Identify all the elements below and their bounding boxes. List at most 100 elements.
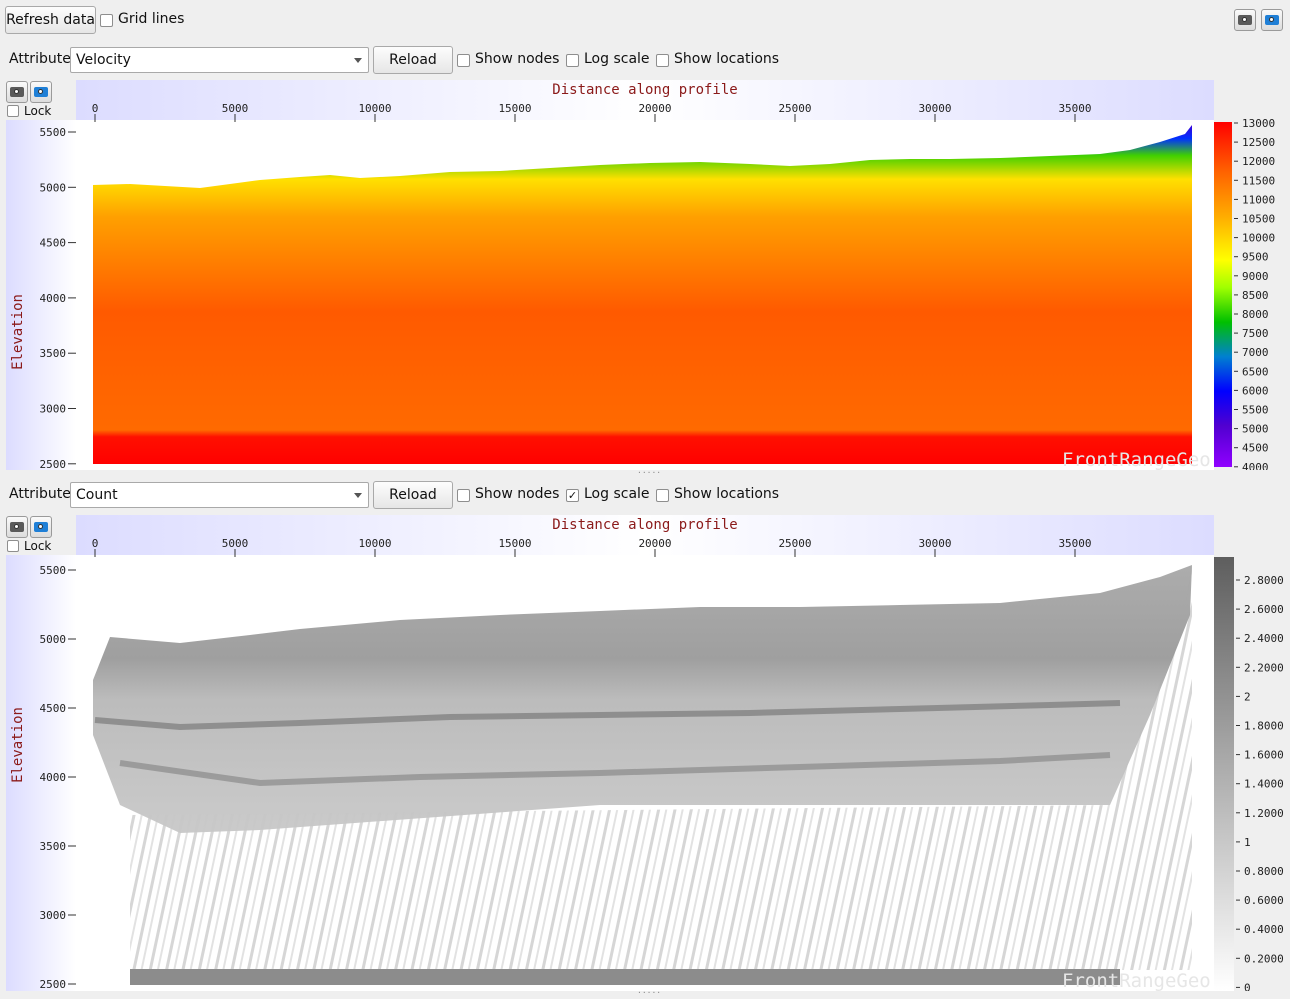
- x-tick-label: 0: [92, 102, 99, 115]
- x-axis-title: Distance along profile: [552, 517, 737, 533]
- reload-button[interactable]: Reload: [373, 481, 453, 509]
- show-nodes-label: Show nodes: [475, 486, 560, 502]
- y-tick-label: 5000: [40, 181, 67, 194]
- y-tick-label: 4000: [40, 292, 67, 305]
- y-tick-label: 3000: [40, 909, 67, 922]
- y-axis-title: Elevation: [10, 707, 26, 783]
- checkmark-icon: ✓: [567, 489, 578, 502]
- colorbar-tick-label: 12000: [1242, 155, 1275, 168]
- x-tick-label: 15000: [498, 102, 531, 115]
- colorbar-tick-label: 12500: [1242, 136, 1275, 149]
- attribute-label: Attribute: [9, 486, 71, 502]
- y-tick-label: 5000: [40, 633, 67, 646]
- grid-lines-checkbox[interactable]: [100, 14, 113, 27]
- colorbar-tick-label: 7000: [1242, 346, 1269, 359]
- attribute-select[interactable]: Velocity: [70, 47, 369, 73]
- chevron-down-icon: [354, 493, 362, 498]
- x-tick-label: 30000: [918, 102, 951, 115]
- colorbar-tick-label: 1.4000: [1244, 778, 1284, 791]
- x-tick-label: 25000: [778, 537, 811, 550]
- x-tick-label: 5000: [222, 537, 249, 550]
- y-tick-label: 3500: [40, 347, 67, 360]
- colorbar-tick-label: 4000: [1242, 461, 1269, 470]
- x-tick-label: 20000: [638, 537, 671, 550]
- colorbar-tick-label: 2.8000: [1244, 574, 1284, 587]
- x-tick-label: 15000: [498, 537, 531, 550]
- x-tick-label: 10000: [358, 102, 391, 115]
- count-section-plot[interactable]: Distance along profile Elevation 0 5000 10…: [0, 515, 1290, 991]
- colorbar-tick-label: 2.2000: [1244, 661, 1284, 674]
- chevron-down-icon: [354, 58, 362, 63]
- log-scale-checkbox[interactable]: ✓: [566, 489, 579, 502]
- colorbar-tick-label: 0.8000: [1244, 865, 1284, 878]
- colorbar-tick-label: 10000: [1242, 232, 1275, 245]
- y-tick-label: 2500: [40, 978, 67, 991]
- watermark: FrontRangeGeo: [1062, 449, 1211, 470]
- y-tick-label: 4000: [40, 771, 67, 784]
- x-tick-label: 0: [92, 537, 99, 550]
- splitter-handle[interactable]: .....: [637, 466, 661, 475]
- x-tick-label: 35000: [1058, 102, 1091, 115]
- y-tick-label: 3000: [40, 403, 67, 416]
- colorbar-tick-label: 7500: [1242, 327, 1269, 340]
- grid-lines-label: Grid lines: [118, 11, 185, 27]
- show-nodes-checkbox[interactable]: [457, 54, 470, 67]
- colorbar-tick-label: 2.6000: [1244, 603, 1284, 616]
- x-tick-label: 20000: [638, 102, 671, 115]
- show-nodes-label: Show nodes: [475, 51, 560, 67]
- colorbar-tick-label: 9000: [1242, 270, 1269, 283]
- colorbar-tick-label: 11500: [1242, 174, 1275, 187]
- x-tick-label: 25000: [778, 102, 811, 115]
- colorbar-tick-label: 2.4000: [1244, 632, 1284, 645]
- refresh-data-button[interactable]: Refresh data: [5, 6, 96, 34]
- show-locations-label: Show locations: [674, 486, 780, 502]
- colorbar-tick-label: 1.8000: [1244, 720, 1284, 733]
- colorbar-tick-label: 6000: [1242, 384, 1269, 397]
- show-locations-label: Show locations: [674, 51, 780, 67]
- attribute-select[interactable]: Count: [70, 482, 369, 508]
- x-tick-label: 35000: [1058, 537, 1091, 550]
- velocity-section-plot[interactable]: Distance along profile Elevation 0 5000 10…: [0, 80, 1290, 470]
- show-nodes-checkbox[interactable]: [457, 489, 470, 502]
- colorbar-tick-label: 10500: [1242, 213, 1275, 226]
- attribute-select-value: Count: [76, 487, 118, 503]
- attribute-select-value: Velocity: [76, 52, 131, 68]
- y-tick-label: 2500: [40, 458, 67, 470]
- x-tick-label: 30000: [918, 537, 951, 550]
- show-locations-checkbox[interactable]: [656, 489, 669, 502]
- watermark: FrontRangeGeo: [1062, 970, 1211, 991]
- camera-gray-icon[interactable]: [1234, 9, 1256, 31]
- colorbar-tick-label: 6500: [1242, 365, 1269, 378]
- colorbar-tick-label: 1: [1244, 836, 1251, 849]
- colorbar-tick-label: 1.2000: [1244, 807, 1284, 820]
- colorbar-tick-label: 8000: [1242, 308, 1269, 321]
- splitter-handle[interactable]: .....: [637, 986, 661, 995]
- log-scale-label: Log scale: [584, 486, 650, 502]
- colorbar-tick-label: 0.2000: [1244, 952, 1284, 965]
- colorbar-tick-label: 0.6000: [1244, 894, 1284, 907]
- colorbar-tick-label: 8500: [1242, 289, 1269, 302]
- show-locations-checkbox[interactable]: [656, 54, 669, 67]
- attribute-label: Attribute: [9, 51, 71, 67]
- colorbar-tick-label: 5000: [1242, 423, 1269, 436]
- y-tick-label: 4500: [40, 237, 67, 250]
- log-scale-checkbox[interactable]: [566, 54, 579, 67]
- colorbar-tick-label: 11000: [1242, 193, 1275, 206]
- colorbar-tick-label: 2: [1244, 690, 1251, 703]
- colorbar-tick-label: 9500: [1242, 251, 1269, 264]
- reload-button[interactable]: Reload: [373, 46, 453, 74]
- colorbar-tick-label: 1.6000: [1244, 749, 1284, 762]
- y-tick-label: 4500: [40, 702, 67, 715]
- y-tick-label: 5500: [40, 564, 67, 577]
- colorbar-tick-label: 0.4000: [1244, 923, 1284, 936]
- x-axis-title: Distance along profile: [552, 82, 737, 98]
- x-tick-label: 5000: [222, 102, 249, 115]
- colorbar-tick-label: 5500: [1242, 404, 1269, 417]
- colorbar-tick-label: 4500: [1242, 442, 1269, 455]
- x-tick-label: 10000: [358, 537, 391, 550]
- colorbar-tick-label: 13000: [1242, 117, 1275, 130]
- y-tick-label: 3500: [40, 840, 67, 853]
- y-axis-title: Elevation: [10, 294, 26, 370]
- camera-blue-icon[interactable]: [1261, 9, 1283, 31]
- colorbar-tick-label: 0: [1244, 981, 1251, 991]
